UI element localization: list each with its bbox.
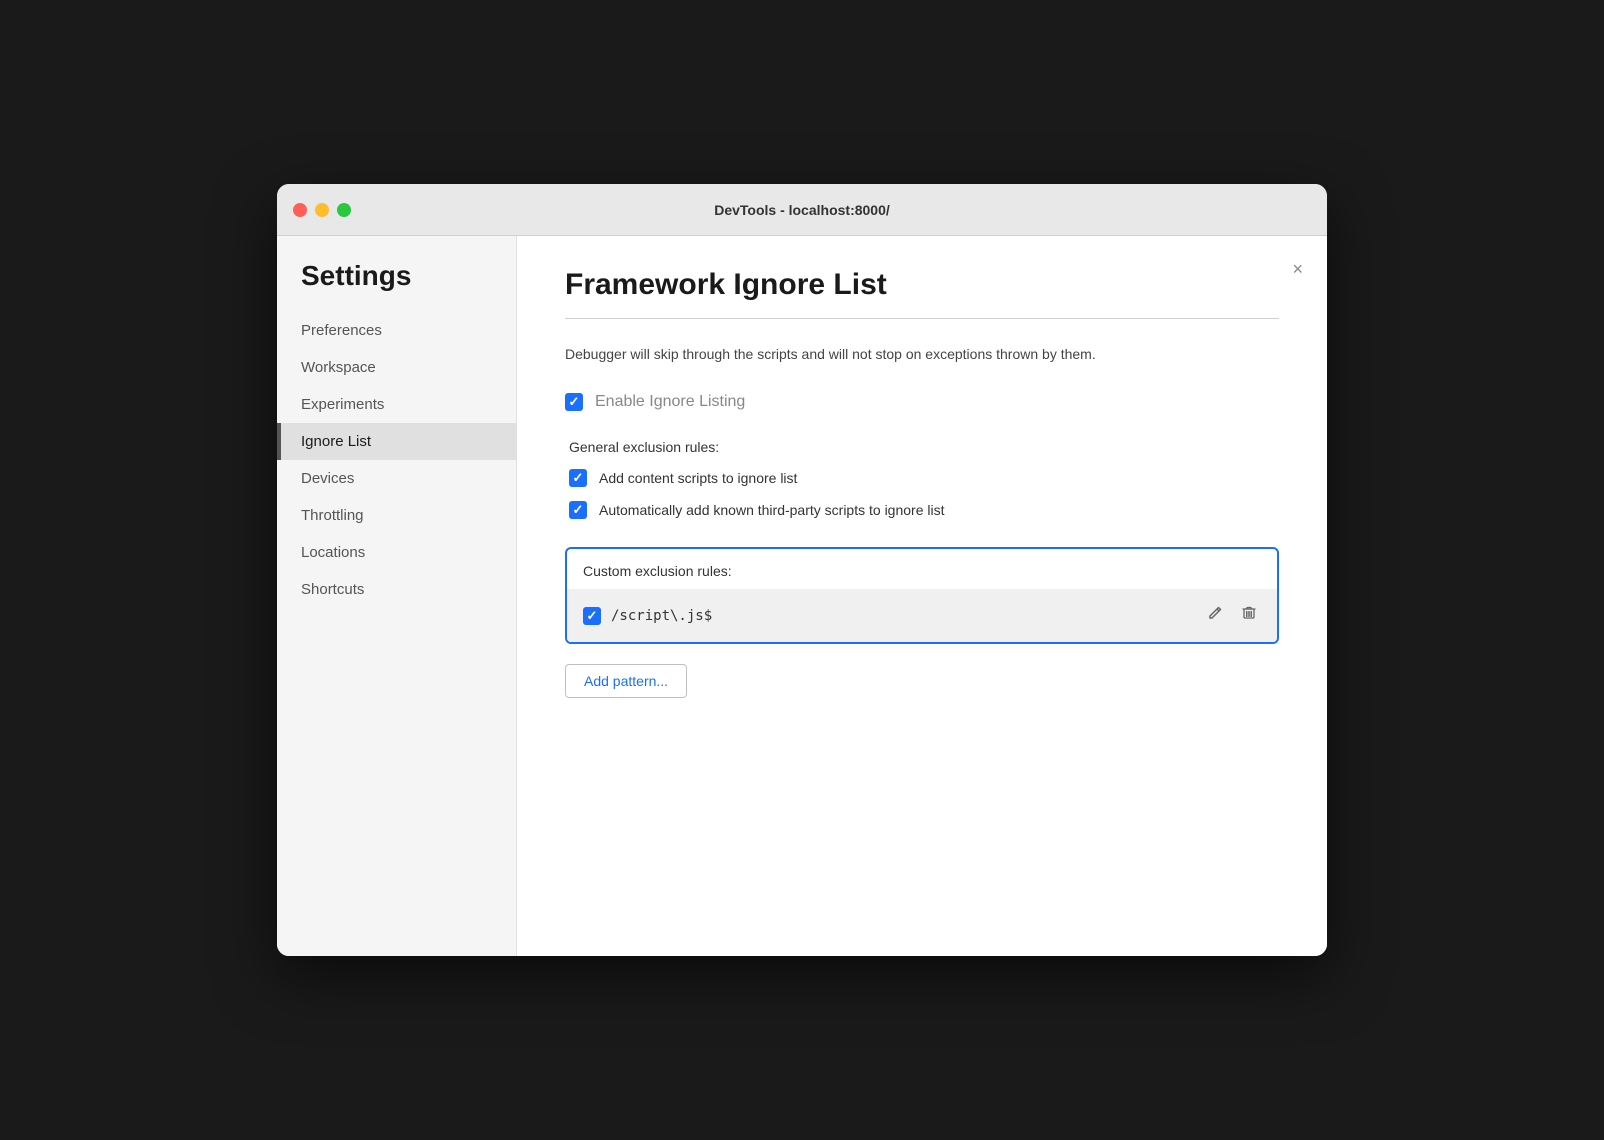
window-body: Settings Preferences Workspace Experimen…	[277, 236, 1327, 956]
delete-pattern-button[interactable]	[1237, 601, 1261, 630]
sidebar-item-ignore-list[interactable]: Ignore List	[277, 423, 516, 460]
edit-pattern-button[interactable]	[1203, 601, 1227, 630]
sidebar-item-throttling[interactable]: Throttling	[277, 497, 516, 534]
close-traffic-light[interactable]	[293, 203, 307, 217]
page-title: Framework Ignore List	[565, 268, 1279, 302]
sidebar-item-devices[interactable]: Devices	[277, 460, 516, 497]
sidebar-item-workspace[interactable]: Workspace	[277, 349, 516, 386]
divider	[565, 318, 1279, 319]
sidebar: Settings Preferences Workspace Experimen…	[277, 236, 517, 956]
general-rules-section: General exclusion rules: Add content scr…	[565, 439, 1279, 519]
general-rules-label: General exclusion rules:	[565, 439, 1279, 455]
pattern-value: /script\.js$	[611, 608, 1193, 624]
title-bar: DevTools - localhost:8000/	[277, 184, 1327, 236]
pattern-checkbox[interactable]	[583, 607, 601, 625]
add-pattern-button[interactable]: Add pattern...	[565, 664, 687, 698]
description: Debugger will skip through the scripts a…	[565, 343, 1245, 365]
minimize-traffic-light[interactable]	[315, 203, 329, 217]
sidebar-item-shortcuts[interactable]: Shortcuts	[277, 571, 516, 608]
window-title: DevTools - localhost:8000/	[714, 202, 890, 218]
enable-ignore-listing-row: Enable Ignore Listing	[565, 393, 1279, 411]
content-scripts-label: Add content scripts to ignore list	[599, 470, 797, 486]
enable-ignore-listing-checkbox[interactable]	[565, 393, 583, 411]
content-scripts-rule-row: Add content scripts to ignore list	[565, 469, 1279, 487]
devtools-window: DevTools - localhost:8000/ Settings Pref…	[277, 184, 1327, 956]
sidebar-item-experiments[interactable]: Experiments	[277, 386, 516, 423]
pencil-icon	[1207, 608, 1223, 625]
enable-ignore-listing-label: Enable Ignore Listing	[595, 393, 745, 411]
custom-exclusion-rule-row: /script\.js$	[567, 589, 1277, 642]
sidebar-item-preferences[interactable]: Preferences	[277, 312, 516, 349]
third-party-scripts-rule-row: Automatically add known third-party scri…	[565, 501, 1279, 519]
third-party-scripts-label: Automatically add known third-party scri…	[599, 502, 944, 518]
close-button[interactable]: ×	[1292, 260, 1303, 278]
sidebar-item-locations[interactable]: Locations	[277, 534, 516, 571]
third-party-scripts-checkbox[interactable]	[569, 501, 587, 519]
custom-exclusion-box: Custom exclusion rules: /script\.js$	[565, 547, 1279, 644]
custom-exclusion-header: Custom exclusion rules:	[567, 549, 1277, 589]
content-scripts-checkbox[interactable]	[569, 469, 587, 487]
traffic-lights	[293, 203, 351, 217]
sidebar-title: Settings	[277, 260, 516, 312]
main-content: × Framework Ignore List Debugger will sk…	[517, 236, 1327, 956]
trash-icon	[1241, 608, 1257, 625]
maximize-traffic-light[interactable]	[337, 203, 351, 217]
